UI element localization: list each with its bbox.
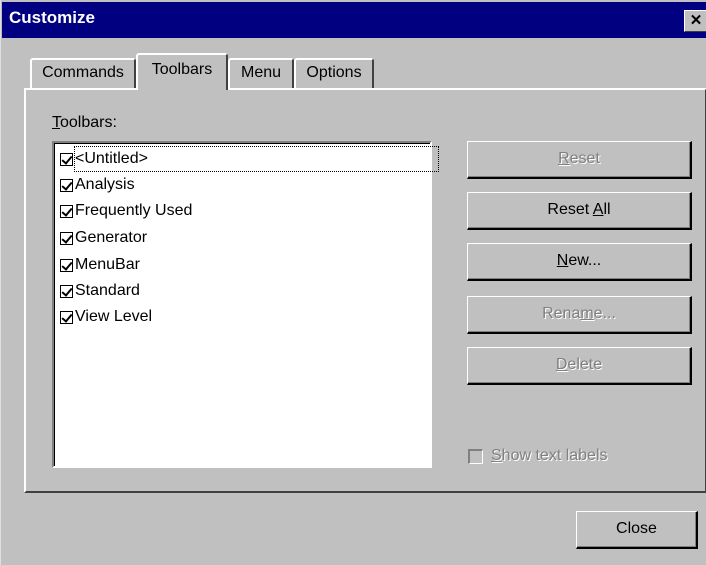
checkbox-checked-icon[interactable]	[60, 310, 73, 324]
customize-dialog: Customize ✕ Commands Toolbars Menu Optio…	[0, 0, 706, 565]
checkbox-unchecked-icon[interactable]	[468, 448, 483, 464]
tab-menu[interactable]: Menu	[228, 58, 294, 91]
list-item-label: <Untitled>	[74, 146, 439, 172]
show-text-labels-checkbox[interactable]: Show text labels	[468, 447, 608, 465]
list-item-label: Generator	[75, 229, 148, 246]
checkbox-checked-icon[interactable]	[60, 258, 73, 272]
tab-toolbars[interactable]: Toolbars	[136, 53, 228, 90]
list-item[interactable]: View Level	[60, 305, 152, 329]
list-item-label: MenuBar	[75, 256, 140, 273]
toolbars-list[interactable]: <Untitled> Analysis Frequently Used Gene…	[52, 141, 439, 468]
checkbox-checked-icon[interactable]	[60, 178, 73, 192]
reset-all-button[interactable]: Reset All	[467, 192, 692, 230]
close-button[interactable]: Close	[576, 511, 698, 549]
checkbox-checked-icon[interactable]	[60, 231, 73, 245]
list-item-label: Analysis	[75, 176, 135, 193]
title-bar[interactable]: Customize ✕	[2, 2, 706, 38]
list-item[interactable]: Generator	[60, 226, 147, 250]
tab-commands[interactable]: Commands	[30, 58, 136, 91]
rename-button[interactable]: Rename...	[467, 296, 692, 334]
window-title: Customize	[9, 8, 95, 27]
delete-button[interactable]: Delete	[467, 347, 692, 385]
close-icon[interactable]: ✕	[684, 10, 706, 32]
list-item[interactable]: Analysis	[60, 173, 135, 197]
list-item[interactable]: <Untitled>	[60, 146, 439, 172]
list-item[interactable]: MenuBar	[60, 253, 140, 277]
list-item-label: View Level	[75, 308, 153, 325]
checkbox-checked-icon[interactable]	[60, 152, 73, 166]
checkbox-checked-icon[interactable]	[60, 204, 73, 218]
list-item-label: Frequently Used	[75, 202, 193, 219]
tab-options[interactable]: Options	[294, 58, 374, 91]
toolbars-list-label: Toolbars:	[52, 114, 117, 131]
show-text-labels-label: Show text labels	[491, 447, 608, 464]
reset-button[interactable]: Reset	[467, 141, 692, 179]
checkbox-checked-icon[interactable]	[60, 284, 73, 298]
list-item[interactable]: Frequently Used	[60, 199, 192, 223]
list-item-label: Standard	[75, 282, 140, 299]
list-item[interactable]: Standard	[60, 279, 140, 303]
new-button[interactable]: New...	[467, 243, 692, 281]
